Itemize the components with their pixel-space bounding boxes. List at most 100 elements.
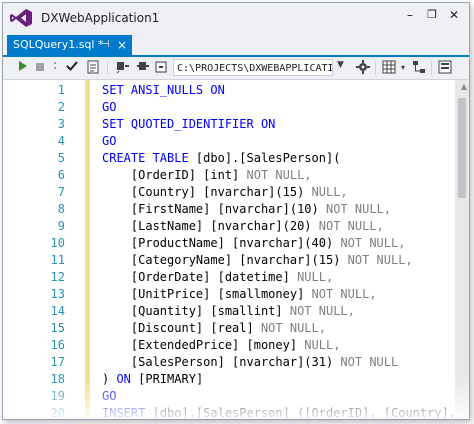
estimated-plan-button[interactable] — [411, 60, 427, 76]
results-dropdown-button[interactable]: ▾ — [399, 60, 407, 76]
check-icon — [66, 61, 78, 71]
code-token: GO — [102, 100, 117, 114]
code-token: [ExtendedPrice] [money] — [102, 338, 305, 352]
pin-tab-button[interactable]: ⊣ — [101, 35, 110, 55]
code-token: SET ANSI_NULLS ON — [102, 83, 225, 97]
code-token: NOT NULL — [340, 355, 399, 369]
code-token: [SalesPerson] [nvarchar](31) — [102, 355, 341, 369]
code-token: [LastName] [nvarchar](20) — [102, 219, 319, 233]
code-line: ) ON [PRIMARY] — [102, 371, 203, 388]
code-line: INSERT [dbo].[SalesPerson] ([OrderID], [… — [102, 405, 457, 420]
line-number: 12 — [50, 270, 65, 284]
line-number: 5 — [57, 151, 65, 165]
code-token: [Country] [nvarchar](15) — [102, 185, 312, 199]
line-number: 10 — [50, 236, 65, 250]
code-token: GO — [102, 389, 117, 403]
scroll-up-icon[interactable]: ▲ — [461, 82, 467, 91]
change-connection-icon — [137, 62, 149, 70]
code-token: INSERT — [102, 406, 153, 420]
disconnect-button[interactable] — [115, 60, 131, 76]
results-to-grid-button[interactable] — [381, 60, 397, 76]
line-number: 13 — [50, 287, 65, 301]
code-token: NOT NULL, — [340, 236, 406, 250]
line-number: 14 — [50, 304, 65, 318]
minimize-button[interactable]: – — [403, 8, 417, 22]
line-number: 6 — [57, 168, 65, 182]
code-token: [FirstName] [nvarchar](10) — [102, 202, 326, 216]
toolbar-separator — [107, 61, 108, 75]
sql-toolbar: C:\PROJECTS\DXWEBAPPLICATIO ▼ ▾ — [3, 57, 469, 80]
code-token: [dbo].[SalesPerson] ([OrderID], [Country… — [152, 406, 457, 420]
code-line: [Quantity] [smallint] NOT NULL, — [102, 303, 355, 320]
ide-window: DXWebApplication1 – ❐ ✕ SQLQuery1.sql * … — [2, 2, 470, 420]
code-token: [Discount] [real] — [102, 321, 261, 335]
code-token: NOT NULL, — [318, 219, 384, 233]
line-number: 18 — [50, 372, 65, 386]
code-line: [Discount] [real] NOT NULL, — [102, 320, 326, 337]
line-number: 4 — [57, 134, 65, 148]
query-options-button[interactable] — [437, 60, 453, 76]
code-token: CREATE TABLE — [102, 151, 196, 165]
code-token: [ProductName] [nvarchar](40) — [102, 236, 341, 250]
code-token: GO — [102, 134, 117, 148]
connection-path-select[interactable]: C:\PROJECTS\DXWEBAPPLICATIO — [173, 59, 333, 76]
code-token: NOT NULL, — [260, 321, 326, 335]
code-token: [dbo].[SalesPerson]( — [195, 151, 341, 165]
include-plan-button[interactable] — [85, 60, 101, 76]
window-title: DXWebApplication1 — [41, 11, 160, 25]
code-line: [OrderID] [int] NOT NULL, — [102, 167, 312, 184]
code-token: NULL, — [304, 338, 341, 352]
estimated-plan-icon — [413, 61, 425, 73]
code-line: GO — [102, 99, 116, 116]
code-token: [Quantity] [smallint] — [102, 304, 290, 318]
line-number: 2 — [57, 100, 65, 114]
parse-button[interactable] — [65, 60, 79, 76]
code-token: [PRIMARY] — [138, 372, 204, 386]
code-token: NOT NULL, — [311, 287, 377, 301]
line-number: 19 — [50, 389, 65, 403]
code-line: CREATE TABLE [dbo].[SalesPerson]( — [102, 150, 340, 167]
tab-sqlquery1[interactable]: SQLQuery1.sql * ⊣ × — [7, 35, 132, 55]
stop-button[interactable] — [35, 60, 45, 76]
code-line: GO — [102, 133, 116, 150]
execute-button[interactable] — [17, 60, 29, 76]
more-execute-options-button[interactable] — [51, 60, 59, 76]
toolbar-separator — [431, 61, 432, 75]
visual-studio-logo-icon — [10, 9, 32, 27]
code-token: NOT NULL, — [246, 168, 312, 182]
code-line: [Country] [nvarchar](15) NULL, — [102, 184, 348, 201]
line-number: 8 — [57, 202, 65, 216]
code-line: SET QUOTED_IDENTIFIER ON — [102, 116, 275, 133]
code-line: [LastName] [nvarchar](20) NOT NULL, — [102, 218, 384, 235]
line-number: 17 — [50, 355, 65, 369]
code-line: [OrderDate] [datetime] NULL, — [102, 269, 333, 286]
gear-icon — [356, 60, 370, 74]
grid-results-icon — [382, 60, 396, 74]
change-connection-button[interactable] — [135, 60, 151, 76]
line-number: 3 — [57, 117, 65, 131]
close-window-button[interactable]: ✕ — [447, 8, 461, 22]
code-line: [SalesPerson] [nvarchar](31) NOT NULL — [102, 354, 398, 371]
connect-button[interactable] — [153, 60, 169, 76]
chevron-down-icon[interactable]: ▼ — [337, 60, 344, 70]
line-number: 1 — [57, 83, 65, 97]
vertical-scrollbar[interactable]: ▲ — [455, 80, 469, 419]
code-line: GO — [102, 388, 116, 405]
code-token: NULL, — [311, 185, 348, 199]
sql-editor[interactable]: 1 SET ANSI_NULLS ON 2 GO 3 SET QUOTED_IDENTIF… — [3, 80, 469, 419]
line-number: 9 — [57, 219, 65, 233]
changed-lines-indicator — [85, 80, 90, 419]
sql-options-button[interactable] — [355, 60, 371, 76]
restore-button[interactable]: ❐ — [425, 8, 439, 22]
code-line: [CategoryName] [nvarchar](15) NOT NULL, — [102, 252, 413, 269]
code-token: ON — [116, 372, 139, 386]
play-icon — [19, 61, 27, 71]
stop-icon — [36, 63, 44, 71]
toolbar-separator — [375, 61, 376, 75]
code-token: [CategoryName] [nvarchar](15) — [102, 253, 348, 267]
code-token: [OrderDate] [datetime] — [102, 270, 298, 284]
line-number: 11 — [50, 253, 65, 267]
close-tab-button[interactable]: × — [117, 35, 127, 55]
scrollbar-thumb[interactable] — [458, 98, 466, 198]
code-token: NOT NULL, — [347, 253, 413, 267]
